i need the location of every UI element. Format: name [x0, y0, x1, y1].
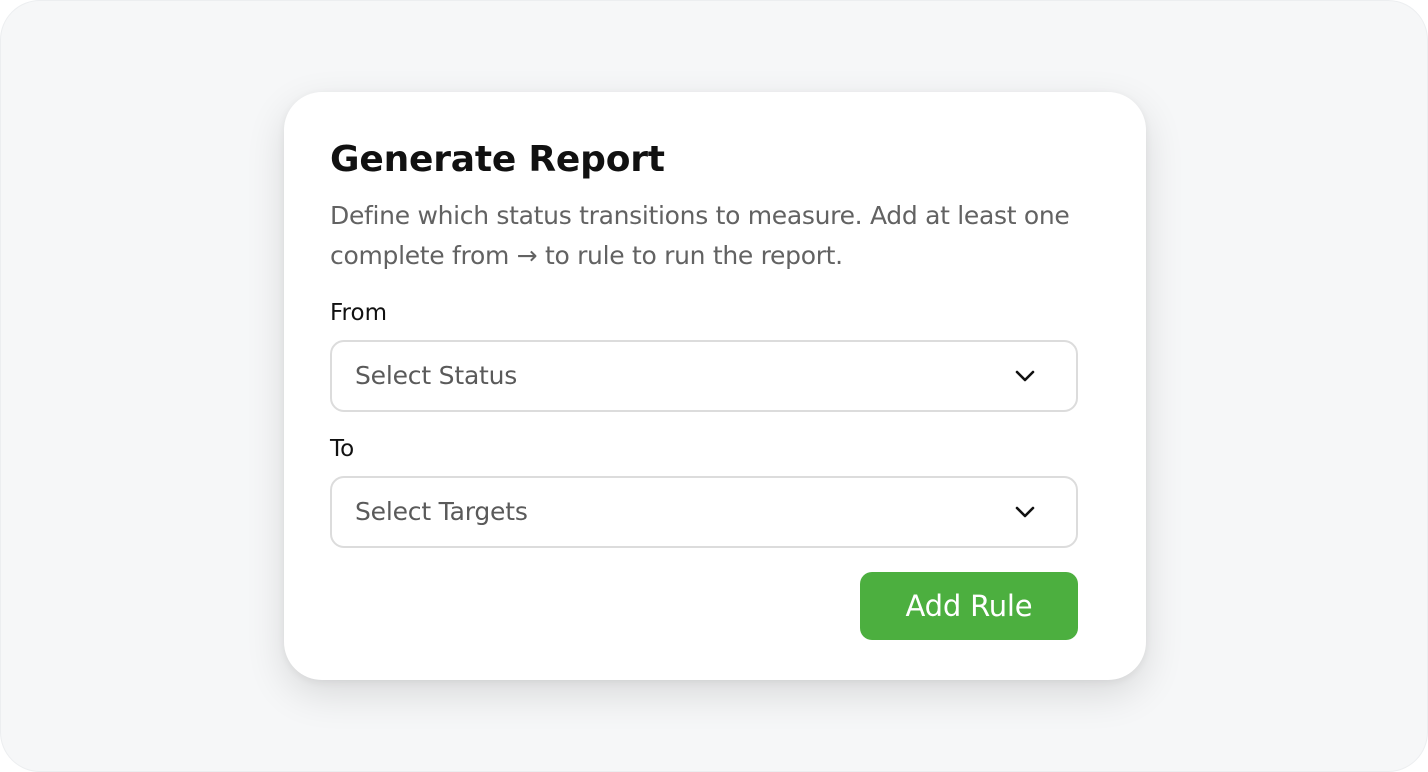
- dialog-description: Define which status transitions to measu…: [330, 201, 1070, 270]
- dialog-title: Generate Report: [330, 139, 665, 180]
- generate-report-dialog: Generate Report Define which status tran…: [284, 92, 1146, 680]
- chevron-down-icon: [1015, 370, 1035, 382]
- to-targets-placeholder: Select Targets: [355, 497, 528, 526]
- from-status-placeholder: Select Status: [355, 361, 518, 390]
- from-status-select[interactable]: Select Status: [330, 340, 1078, 412]
- to-label: To: [330, 436, 355, 462]
- add-rule-button[interactable]: Add Rule: [860, 572, 1078, 640]
- from-label: From: [330, 300, 387, 326]
- chevron-down-icon: [1015, 506, 1035, 518]
- to-targets-select[interactable]: Select Targets: [330, 476, 1078, 548]
